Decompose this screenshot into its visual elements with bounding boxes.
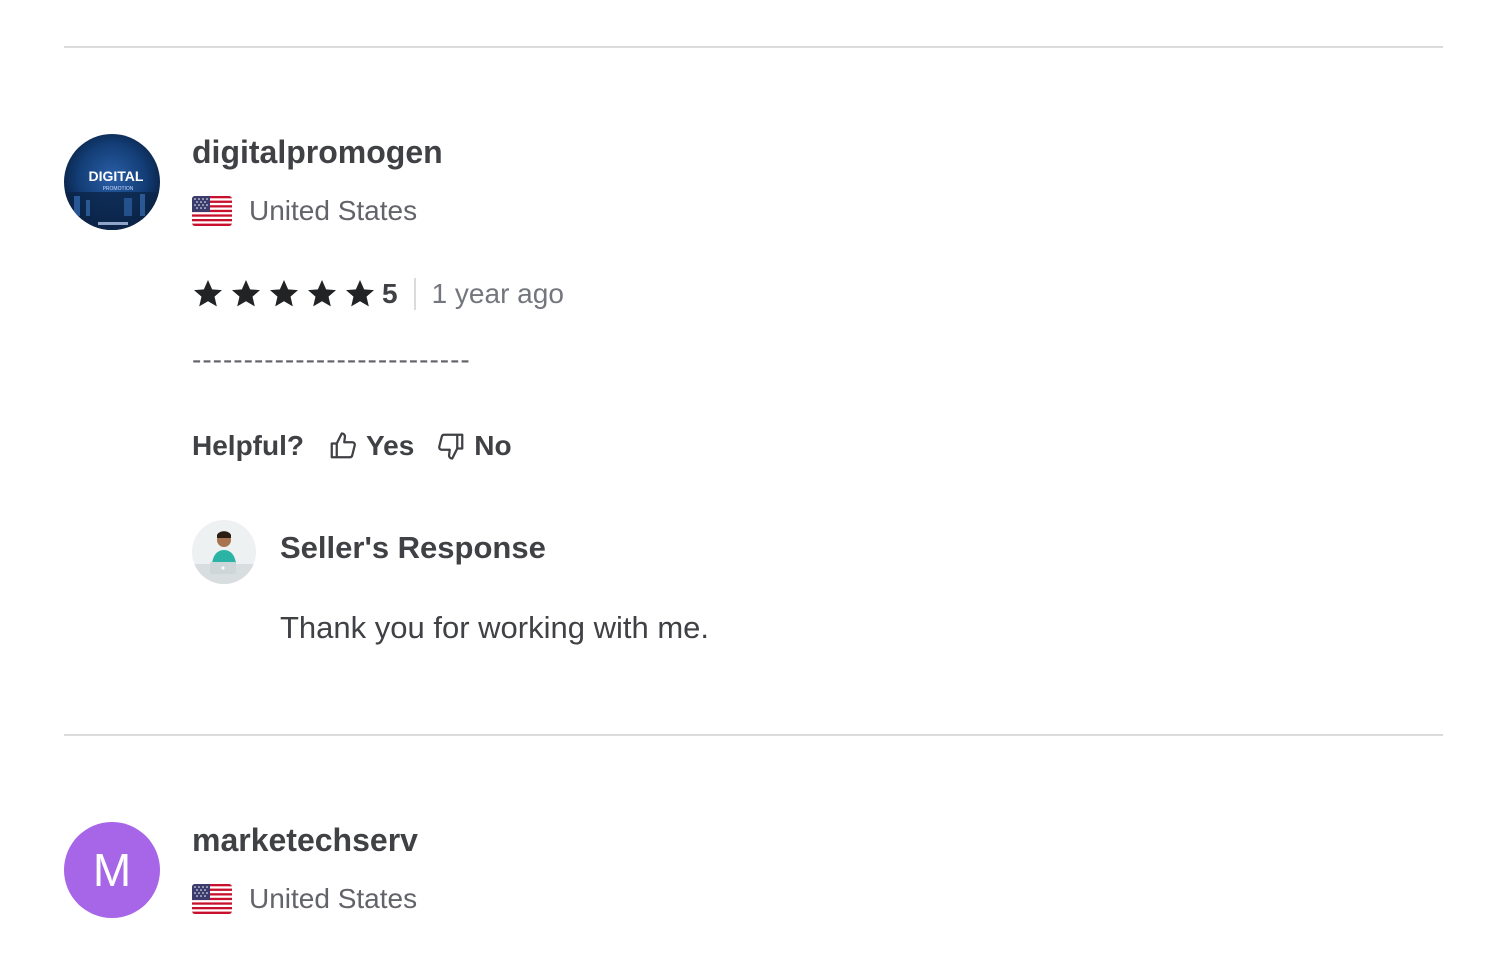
reviewer-country: United States xyxy=(192,882,417,916)
us-flag-icon xyxy=(192,884,232,914)
star-rating xyxy=(192,278,382,310)
reviewer-avatar[interactable]: M xyxy=(64,822,160,918)
helpful-label: Helpful? xyxy=(192,430,304,461)
star-icon xyxy=(232,280,260,307)
avatar-logo-text: DIGITAL xyxy=(89,168,144,184)
reviewer-avatar[interactable]: DIGITAL PROMOTION xyxy=(64,134,160,230)
thumbs-down-icon xyxy=(438,433,464,460)
star-icon xyxy=(346,280,374,307)
helpful-no-button[interactable]: No xyxy=(436,430,512,462)
us-flag-icon xyxy=(192,196,232,226)
thumbs-up-icon xyxy=(330,432,356,459)
seller-avatar-image xyxy=(192,520,256,584)
reviewer-username[interactable]: digitalpromogen xyxy=(192,134,443,170)
review-time: 1 year ago xyxy=(431,278,564,309)
seller-response-text: Thank you for working with me. xyxy=(280,610,710,645)
reviewer-username[interactable]: marketechserv xyxy=(192,822,418,858)
star-icon xyxy=(308,280,336,307)
helpful-no-label: No xyxy=(474,430,512,461)
review-divider xyxy=(64,46,1443,48)
rating-value: 5 xyxy=(382,278,398,309)
reviews-page: DIGITAL PROMOTION digitalpromogen United… xyxy=(0,0,1488,955)
rating-row: 5 1 year ago xyxy=(192,276,564,312)
avatar-logo-subtext: PROMOTION xyxy=(103,186,134,192)
rating-separator xyxy=(413,278,416,310)
reviewer-country: United States xyxy=(192,194,417,228)
star-icon xyxy=(270,280,298,307)
helpful-row: Helpful? Yes No xyxy=(192,426,534,466)
helpful-yes-button[interactable]: Yes xyxy=(328,430,414,462)
country-name: United States xyxy=(249,883,418,914)
seller-avatar[interactable] xyxy=(192,520,256,584)
review-text: --------------------------- xyxy=(192,344,471,375)
helpful-yes-label: Yes xyxy=(366,430,415,461)
review-divider xyxy=(64,734,1443,736)
star-icon xyxy=(194,280,222,307)
reviewer-avatar-image: DIGITAL PROMOTION xyxy=(64,134,160,230)
seller-response-title: Seller's Response xyxy=(280,530,546,565)
country-name: United States xyxy=(249,195,418,226)
